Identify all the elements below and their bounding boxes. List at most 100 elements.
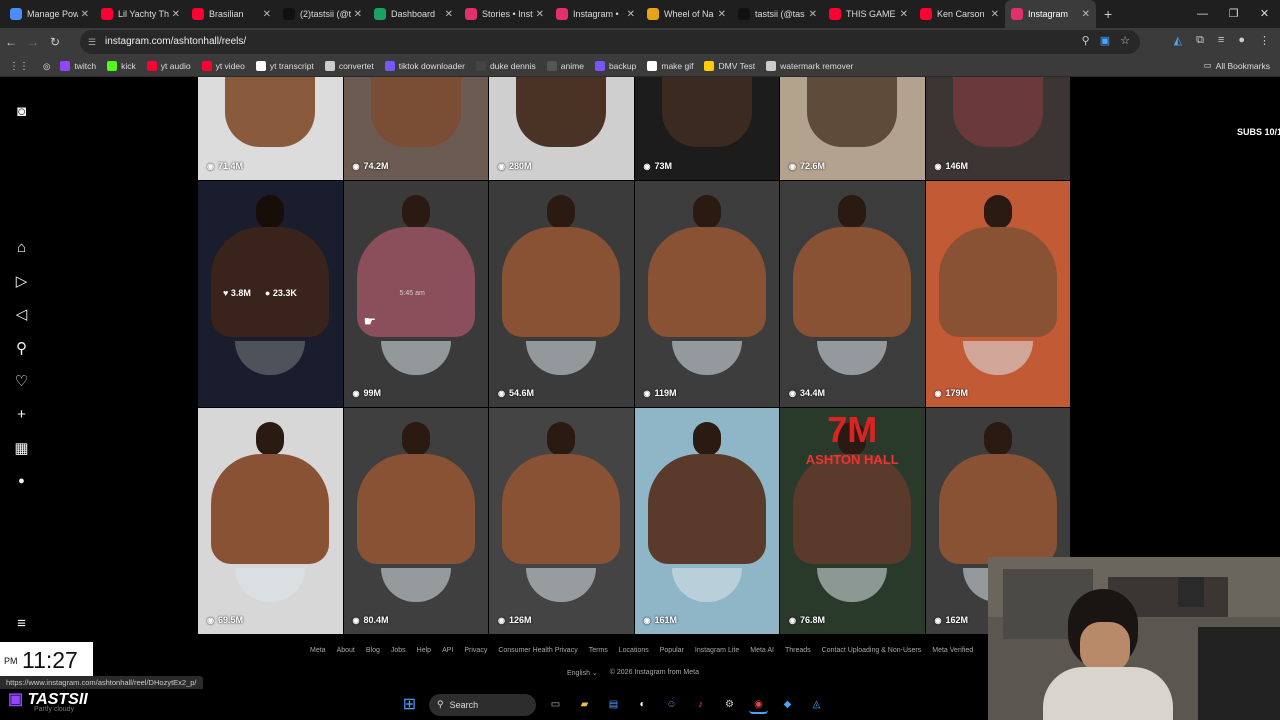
reel-tile[interactable]: ◉ 71.4M: [198, 77, 343, 180]
bookmark-item[interactable]: duke dennis: [475, 61, 536, 71]
bookmark-item[interactable]: convertet: [324, 61, 374, 71]
tab-close-icon[interactable]: ✕: [81, 9, 89, 20]
store-icon[interactable]: ◆: [778, 695, 797, 714]
tab-0[interactable]: Manage Pow ✕: [4, 0, 95, 28]
bookmark-item[interactable]: watermark remover: [766, 61, 853, 71]
all-bookmarks-button[interactable]: ▭ All Bookmarks: [1204, 60, 1270, 71]
tab-9[interactable]: THIS GAME ✕: [823, 0, 914, 28]
notepad-icon[interactable]: ▤: [604, 695, 623, 714]
reel-tile[interactable]: ◉ 72.6M: [780, 77, 925, 180]
reels-icon[interactable]: ▷: [13, 273, 30, 290]
reel-tile[interactable]: ◉ 69.5M: [198, 408, 343, 634]
settings-icon[interactable]: ⚙: [720, 695, 739, 714]
tab-close-icon[interactable]: ✕: [991, 9, 999, 20]
create-icon[interactable]: +: [13, 406, 30, 423]
reel-tile[interactable]: ◉ 34.4M: [780, 181, 925, 407]
footer-link[interactable]: Terms: [589, 647, 608, 654]
restore-icon[interactable]: ❐: [1218, 0, 1249, 28]
profile-avatar[interactable]: ●: [1238, 34, 1245, 47]
bookmark-item[interactable]: twitch: [60, 61, 96, 71]
tab-close-icon[interactable]: ✕: [627, 9, 635, 20]
bookmark-item[interactable]: anime: [546, 61, 584, 71]
media-icon[interactable]: ≡: [1218, 34, 1224, 47]
task-view-icon[interactable]: ▭: [546, 695, 565, 714]
tab-2[interactable]: Brasilian ✕: [186, 0, 277, 28]
tab-close-icon[interactable]: ✕: [445, 9, 453, 20]
reload-icon[interactable]: ↻: [44, 35, 66, 49]
language-select[interactable]: English ⌄: [567, 669, 598, 677]
footer-link[interactable]: Locations: [619, 647, 649, 654]
footer-link[interactable]: Instagram Lite: [695, 647, 739, 654]
site-info-icon[interactable]: ☰: [88, 30, 96, 54]
url-bar[interactable]: ☰ instagram.com/ashtonhall/reels/: [80, 30, 1140, 54]
tab-close-icon[interactable]: ✕: [718, 9, 726, 20]
chrome-icon[interactable]: ◉: [749, 695, 768, 714]
tab-close-icon[interactable]: ✕: [900, 9, 908, 20]
reel-tile[interactable]: ◉ 54.6M: [489, 181, 634, 407]
bookmark-item[interactable]: yt transcript: [255, 61, 314, 71]
more-menu-icon[interactable]: ≡: [13, 615, 30, 632]
tab-close-icon[interactable]: ✕: [809, 9, 817, 20]
bookmark-item[interactable]: make gif: [647, 61, 693, 71]
footer-link[interactable]: Privacy: [464, 647, 487, 654]
zoom-icon[interactable]: ⚲: [1082, 34, 1090, 47]
close-window-icon[interactable]: ✕: [1249, 0, 1280, 28]
direct-messages-icon[interactable]: ◁: [13, 306, 30, 323]
notifications-heart-icon[interactable]: ♡: [13, 373, 30, 390]
bookmark-star-icon[interactable]: ☆: [1120, 34, 1130, 47]
capcut-icon[interactable]: ◐: [633, 695, 652, 714]
start-menu-icon[interactable]: ⊞: [400, 695, 419, 714]
tab-3[interactable]: (2)tastsii (@t ✕: [277, 0, 368, 28]
bookmark-item[interactable]: tiktok downloader: [384, 61, 465, 71]
footer-link[interactable]: API: [442, 647, 453, 654]
tab-close-icon[interactable]: ✕: [354, 9, 362, 20]
tab-8[interactable]: tastsii (@tas ✕: [732, 0, 823, 28]
bookmark-item[interactable]: backup: [594, 61, 636, 71]
footer-link[interactable]: About: [337, 647, 355, 654]
tab-11[interactable]: Instagram ✕: [1005, 0, 1096, 28]
reel-tile[interactable]: ◉ 119M: [634, 181, 779, 407]
reel-tile[interactable]: ◉ 179M: [925, 181, 1070, 407]
footer-link[interactable]: Popular: [660, 647, 684, 654]
reel-tile[interactable]: ◉ 146M: [925, 77, 1070, 180]
bookmark-item[interactable]: yt audio: [146, 61, 191, 71]
dashboard-icon[interactable]: ▦: [13, 440, 30, 457]
reel-tile[interactable]: ◉ 73M: [634, 77, 779, 180]
extensions-puzzle-icon[interactable]: ⧉: [1196, 34, 1204, 47]
site-icon[interactable]: ◎: [43, 61, 50, 72]
profile-avatar-icon[interactable]: ●: [13, 473, 30, 490]
footer-link[interactable]: Threads: [785, 647, 811, 654]
footer-link[interactable]: Jobs: [391, 647, 406, 654]
file-explorer-icon[interactable]: ▰: [575, 695, 594, 714]
reel-tile[interactable]: ♥ 3.8M ● 23.3K: [198, 181, 343, 407]
tab-close-icon[interactable]: ✕: [172, 9, 180, 20]
footer-link[interactable]: Contact Uploading & Non-Users: [822, 647, 922, 654]
instagram-logo-icon[interactable]: ◙: [13, 103, 30, 120]
footer-link[interactable]: Consumer Health Privacy: [498, 647, 577, 654]
tab-4[interactable]: Dashboard ✕: [368, 0, 459, 28]
menu-icon[interactable]: ⋮: [1259, 34, 1270, 47]
back-icon[interactable]: ←: [0, 35, 22, 49]
bookmark-item[interactable]: DMV Test: [704, 61, 755, 71]
tab-close-icon[interactable]: ✕: [536, 9, 544, 20]
discord-icon[interactable]: ☺: [662, 695, 681, 714]
tab-5[interactable]: Stories • Inst ✕: [459, 0, 550, 28]
minimize-icon[interactable]: —: [1187, 0, 1218, 28]
tab-10[interactable]: Ken Carson ✕: [914, 0, 1005, 28]
bookmark-item[interactable]: kick: [107, 61, 136, 71]
reel-tile[interactable]: ◉ 80.4M: [343, 408, 488, 634]
reel-tile[interactable]: ◉ 126M: [489, 408, 634, 634]
tab-1[interactable]: Lil Yachty Th ✕: [95, 0, 186, 28]
tab-6[interactable]: Instagram • ✕: [550, 0, 641, 28]
footer-link[interactable]: Meta AI: [750, 647, 774, 654]
forward-icon[interactable]: →: [22, 35, 44, 49]
reel-tile[interactable]: ◉ 280M: [489, 77, 634, 180]
taskbar-search[interactable]: ⚲ Search: [429, 693, 536, 716]
reel-tile[interactable]: ◉ 74.2M: [343, 77, 488, 180]
search-icon[interactable]: ⚲: [13, 340, 30, 357]
tiktok-icon[interactable]: ♪: [691, 695, 710, 714]
footer-link[interactable]: Help: [417, 647, 431, 654]
tab-close-icon[interactable]: ✕: [263, 9, 271, 20]
tab-close-icon[interactable]: ✕: [1082, 9, 1090, 20]
tab-7[interactable]: Wheel of Na ✕: [641, 0, 732, 28]
